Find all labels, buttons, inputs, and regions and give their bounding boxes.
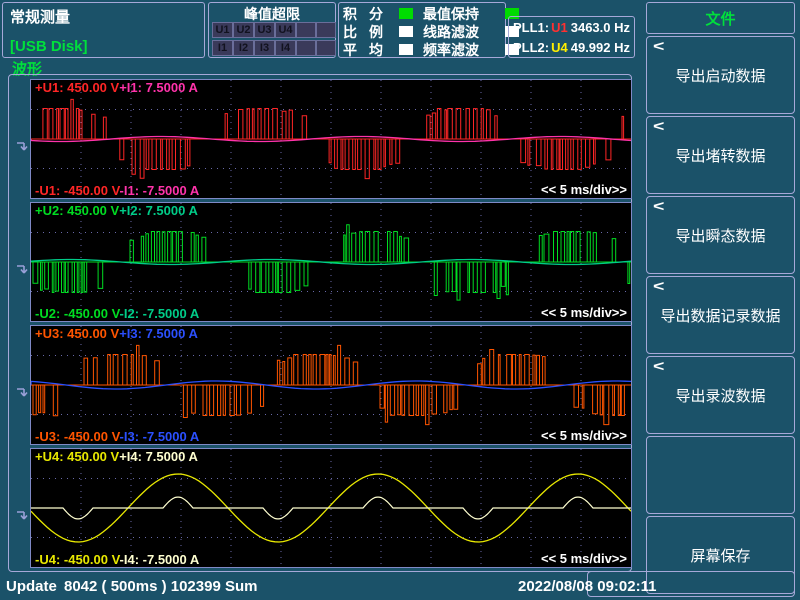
zero-level-arrow-icon	[15, 386, 30, 401]
channel-1-current-range: +I1: 7.5000 A	[119, 80, 198, 95]
peak-indicator-i3: I3	[254, 40, 275, 56]
integration-char: 均	[369, 40, 399, 60]
channel-1-current-range-neg: -I1: -7.5000 A	[120, 183, 200, 198]
channel-2-current-range: +I2: 7.5000 A	[119, 203, 198, 218]
peak-indicator-i4: I4	[275, 40, 296, 56]
zero-level-arrow-icon	[15, 509, 30, 524]
time-per-division: << 5 ms/div>>	[541, 551, 627, 566]
peak-indicator-empty	[316, 40, 336, 56]
measure-mode-box: 常规测量 [USB Disk]	[2, 2, 205, 58]
peak-indicator-u1: U1	[212, 22, 233, 38]
integration-char: 积	[343, 4, 369, 24]
menu-title-file: 文件	[646, 2, 795, 34]
channel-3-current-range-neg: -I3: -7.5000 A	[120, 429, 200, 444]
peak-over-limit-box: 峰值超限 U1 U2 U3 U4 I1 I2 I3 I4	[208, 2, 336, 58]
export-stall-data-button[interactable]: < 导出堵转数据	[646, 116, 795, 194]
measure-mode-label: 常规测量	[10, 6, 70, 27]
pll1-frequency: 3463.0 Hz	[571, 20, 630, 35]
zero-level-arrow-icon	[15, 263, 30, 278]
channel-4-waveform	[31, 449, 631, 567]
peak-current-indicators: I1 I2 I3 I4	[212, 40, 336, 56]
scope-channel-1: +U1: 450.00 V+I1: 7.5000 A -U1: -450.00 …	[30, 79, 632, 199]
screen-save-button[interactable]: 屏幕保存	[646, 516, 795, 594]
export-transient-data-button[interactable]: < 导出瞬态数据	[646, 196, 795, 274]
channel-4-voltage-range-neg: -U4: -450.00 V	[35, 552, 120, 567]
integration-char: 平	[343, 40, 369, 60]
channel-3-current-range: +I3: 7.5000 A	[119, 326, 198, 341]
filter-label-freq-filter: 频率滤波	[423, 40, 497, 60]
back-arrow-icon: <	[653, 198, 664, 215]
peak-indicator-i2: I2	[233, 40, 254, 56]
peak-indicator-u4: U4	[275, 22, 296, 38]
channel-1-voltage-range: +U1: 450.00 V	[35, 80, 119, 95]
time-per-division: << 5 ms/div>>	[541, 305, 627, 320]
peak-indicator-empty	[316, 22, 336, 38]
ratio-checkbox[interactable]	[399, 26, 413, 37]
export-datalog-data-button[interactable]: < 导出数据记录数据	[646, 276, 795, 354]
average-checkbox[interactable]	[399, 44, 413, 55]
update-label: Update	[6, 578, 57, 595]
channel-2-current-range-neg: -I2: -7.5000 A	[120, 306, 200, 321]
channel-4-current-range: +I4: 7.5000 A	[119, 449, 198, 464]
pll-box: PLL1: U1 3463.0 Hz PLL2: U4 49.992 Hz	[508, 16, 635, 58]
analyzer-screen: 常规测量 [USB Disk] 峰值超限 U1 U2 U3 U4 I1 I2 I…	[0, 0, 800, 600]
channel-3-voltage-range-neg: -U3: -450.00 V	[35, 429, 120, 444]
time-per-division: << 5 ms/div>>	[541, 182, 627, 197]
back-arrow-icon: <	[653, 118, 664, 135]
back-arrow-icon: <	[653, 38, 664, 55]
pll2-source: U4	[551, 40, 568, 55]
back-arrow-icon: <	[653, 278, 664, 295]
time-per-division: << 5 ms/div>>	[541, 428, 627, 443]
integration-char: 分	[369, 4, 399, 24]
pll2-frequency: 49.992 Hz	[571, 40, 630, 55]
channel-3-waveform	[31, 326, 631, 444]
peak-indicator-empty	[296, 22, 316, 38]
integration-filter-box: 积 分 最值保持 比 例 线路滤波 平 均 频率滤波	[338, 2, 506, 58]
peak-over-limit-title: 峰值超限	[209, 4, 335, 24]
datetime: 2022/08/08 09:02:11	[518, 578, 656, 595]
channel-2-voltage-range: +U2: 450.00 V	[35, 203, 119, 218]
filter-label-max-hold: 最值保持	[423, 4, 497, 24]
pll1-source: U1	[551, 20, 568, 35]
integration-char: 比	[343, 22, 369, 42]
channel-1-voltage-range-neg: -U1: -450.00 V	[35, 183, 120, 198]
back-arrow-icon: <	[653, 358, 664, 375]
integration-char: 例	[369, 22, 399, 42]
peak-indicator-empty	[296, 40, 316, 56]
channel-2-waveform	[31, 203, 631, 321]
peak-indicator-u3: U3	[254, 22, 275, 38]
usb-disk-status: [USB Disk]	[10, 38, 88, 55]
channel-3-voltage-range: +U3: 450.00 V	[35, 326, 119, 341]
channel-1-waveform	[31, 80, 631, 198]
export-waveform-data-button[interactable]: < 导出录波数据	[646, 356, 795, 434]
pll2-label: PLL2:	[513, 40, 549, 55]
peak-indicator-i1: I1	[212, 40, 233, 56]
scope-channel-2: +U2: 450.00 V+I2: 7.5000 A -U2: -450.00 …	[30, 202, 632, 322]
pll1-label: PLL1:	[513, 20, 549, 35]
filter-label-line-filter: 线路滤波	[423, 22, 497, 42]
update-counter: 8042 ( 500ms ) 102399 Sum	[64, 578, 257, 595]
scope-channel-4: +U4: 450.00 V+I4: 7.5000 A -U4: -450.00 …	[30, 448, 632, 568]
integration-checkbox[interactable]	[399, 8, 413, 19]
empty-menu-button[interactable]	[646, 436, 795, 514]
channel-4-voltage-range: +U4: 450.00 V	[35, 449, 119, 464]
peak-voltage-indicators: U1 U2 U3 U4	[212, 22, 336, 38]
zero-level-arrow-icon	[15, 140, 30, 155]
peak-indicator-u2: U2	[233, 22, 254, 38]
scope-channel-3: +U3: 450.00 V+I3: 7.5000 A -U3: -450.00 …	[30, 325, 632, 445]
export-startup-data-button[interactable]: < 导出启动数据	[646, 36, 795, 114]
channel-2-voltage-range-neg: -U2: -450.00 V	[35, 306, 120, 321]
channel-4-current-range-neg: -I4: -7.5000 A	[120, 552, 200, 567]
waveform-panel: +U1: 450.00 V+I1: 7.5000 A -U1: -450.00 …	[8, 74, 632, 572]
